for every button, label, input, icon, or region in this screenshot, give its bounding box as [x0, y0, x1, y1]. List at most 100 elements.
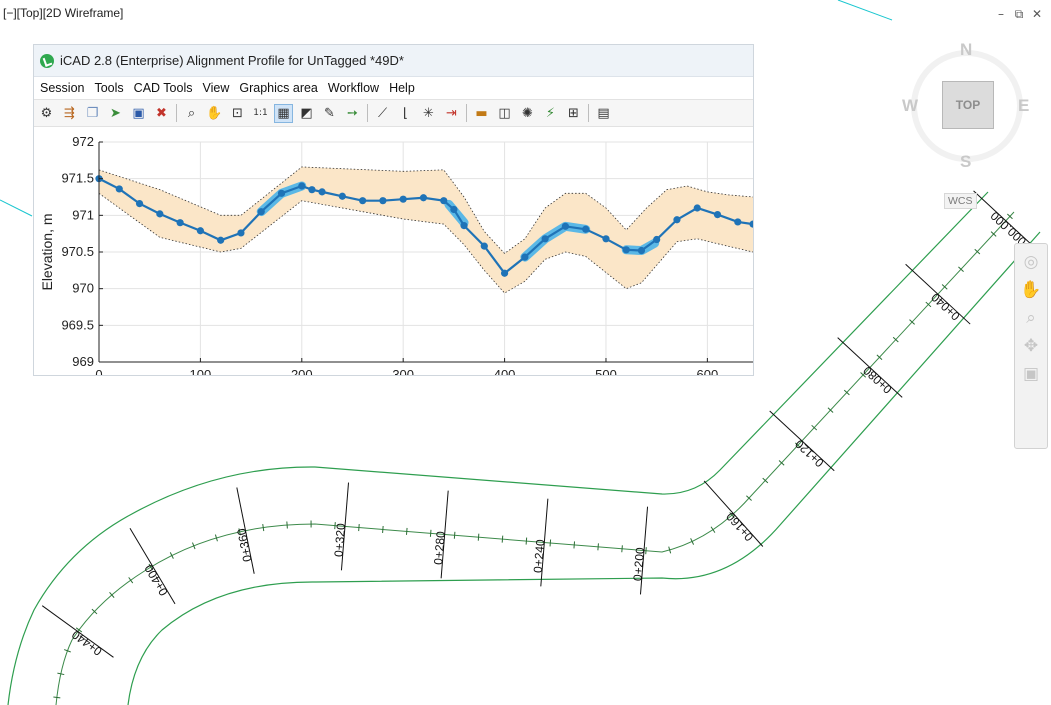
app-logo-icon: [40, 53, 54, 68]
profile-point: [521, 253, 529, 261]
compass-north[interactable]: N: [960, 40, 972, 60]
station-label: 0+320: [332, 522, 349, 557]
construction-line: [0, 199, 33, 217]
wcs-menu[interactable]: WCS: [944, 193, 977, 209]
export-icon[interactable]: ⇥: [442, 104, 461, 123]
zoom-window-icon[interactable]: ⊡: [228, 104, 247, 123]
orbit-icon[interactable]: ✥: [1015, 336, 1047, 356]
toolbar: ⚙ ⇶ ❐ ➤ ▣ ✖ ⌕ ✋ ⊡ 1:1 ▦ ◩ ✎ ➙ ⟋ ⌊ ✳ ⇥ ▬ …: [34, 99, 753, 127]
toolbar-separator: [466, 104, 467, 122]
select-icon[interactable]: ➙: [343, 104, 362, 123]
zoom-icon[interactable]: ⌕: [1015, 308, 1047, 328]
menu-bar: Session Tools CAD Tools View Graphics ar…: [34, 77, 753, 99]
x-tick-label: 500: [595, 367, 617, 375]
steering-wheel-icon[interactable]: ◎: [1015, 252, 1047, 272]
profile-point: [561, 222, 570, 230]
copy-icon[interactable]: ❐: [83, 104, 102, 123]
profile-chart[interactable]: 0 100 200 300 400 500 600 969 969.5 970 970.5 971 97…: [34, 125, 753, 375]
title-bar: iCAD 2.8 (Enterprise) Alignment Profile …: [34, 45, 753, 77]
station-minor-tick: [358, 524, 360, 532]
compass-east[interactable]: E: [1018, 96, 1029, 116]
chart-star-icon[interactable]: ✳: [419, 104, 438, 123]
menu-graphics-area[interactable]: Graphics area: [237, 81, 326, 95]
x-tick-label: 100: [190, 367, 212, 375]
menu-tools[interactable]: Tools: [92, 81, 131, 95]
menu-workflow[interactable]: Workflow: [326, 81, 387, 95]
y-tick-label: 970.5: [61, 244, 94, 259]
chart-add-icon[interactable]: ⟋: [373, 104, 392, 123]
actual-size-icon[interactable]: 1:1: [251, 104, 270, 123]
wand-icon[interactable]: ⚡: [541, 104, 560, 123]
profile-point: [500, 269, 509, 277]
profile-point: [734, 218, 742, 226]
gear-icon[interactable]: ⚙: [37, 104, 56, 123]
station-label: 0+360: [234, 527, 254, 563]
import-icon[interactable]: ➤: [106, 104, 125, 123]
profile-point: [450, 205, 458, 214]
viewport-label[interactable]: [−][Top][2D Wireframe]: [3, 6, 123, 20]
fit-icon[interactable]: ◩: [297, 104, 316, 123]
menu-cad-tools[interactable]: CAD Tools: [132, 81, 201, 95]
station-label: 0+120: [792, 436, 826, 469]
restore-icon[interactable]: ⧉: [1013, 8, 1025, 20]
panel-icon[interactable]: ▤: [594, 104, 613, 123]
pan-icon[interactable]: ✋: [1015, 280, 1047, 300]
edit-icon[interactable]: ✎: [320, 104, 339, 123]
y-tick-label: 971.5: [61, 171, 94, 186]
measure-icon[interactable]: ▬: [472, 104, 491, 123]
menu-help[interactable]: Help: [387, 81, 423, 95]
route-icon[interactable]: ⇶: [60, 104, 79, 123]
station-minor-tick: [429, 529, 432, 537]
compass-west[interactable]: W: [902, 96, 918, 116]
profile-point: [622, 246, 630, 254]
station-minor-tick: [549, 539, 552, 547]
grid-icon[interactable]: ▦: [274, 103, 293, 123]
network-icon[interactable]: ⊞: [564, 104, 583, 123]
profile-point: [277, 189, 286, 197]
view-cube-face[interactable]: TOP: [942, 81, 994, 129]
y-tick-label: 970: [72, 281, 94, 296]
window-title: iCAD 2.8 (Enterprise) Alignment Profile …: [60, 53, 404, 68]
profile-point: [440, 197, 448, 205]
profile-point: [196, 227, 204, 235]
menu-view[interactable]: View: [201, 81, 238, 95]
profile-point: [217, 236, 225, 244]
station-minor-tick: [262, 524, 265, 532]
x-tick-label: 400: [494, 367, 516, 375]
y-tick-label: 969: [72, 354, 94, 369]
zoom-icon[interactable]: ⌕: [182, 104, 201, 123]
frame-icon[interactable]: ◫: [495, 104, 514, 123]
minimize-icon[interactable]: –: [995, 8, 1007, 20]
construction-line: [837, 0, 893, 21]
profile-point: [379, 197, 387, 205]
compass-south[interactable]: S: [960, 152, 971, 172]
station-minor-tick: [597, 543, 599, 551]
profile-point: [237, 229, 245, 237]
view-cube[interactable]: TOP N S E W: [902, 40, 1030, 180]
profile-point: [156, 210, 164, 218]
showmotion-icon[interactable]: ▣: [1015, 364, 1047, 384]
delete-icon[interactable]: ✖: [152, 104, 171, 123]
menu-session[interactable]: Session: [38, 81, 92, 95]
profile-point: [257, 208, 265, 216]
profile-point: [582, 225, 590, 233]
y-tick-label: 969.5: [61, 317, 94, 332]
profile-point: [480, 242, 488, 250]
chart-edit-icon[interactable]: ⌊: [396, 104, 415, 123]
save-icon[interactable]: ▣: [129, 104, 148, 123]
station-label: 0+160: [723, 509, 756, 544]
close-icon[interactable]: ✕: [1031, 8, 1043, 20]
navigation-bar: ◎ ✋ ⌕ ✥ ▣: [1014, 243, 1048, 449]
profile-point: [693, 204, 701, 212]
profile-point: [673, 216, 681, 224]
station-label: 0+440: [69, 627, 105, 658]
pan-icon[interactable]: ✋: [205, 104, 224, 123]
station-label: 0+280: [431, 530, 448, 565]
profile-point: [399, 195, 407, 203]
settings-icon[interactable]: ✺: [518, 104, 537, 123]
x-tick-label: 300: [392, 367, 414, 375]
profile-point: [653, 235, 661, 244]
station-label: 0+240: [531, 538, 548, 573]
profile-point: [541, 235, 549, 243]
profile-point: [135, 200, 144, 208]
